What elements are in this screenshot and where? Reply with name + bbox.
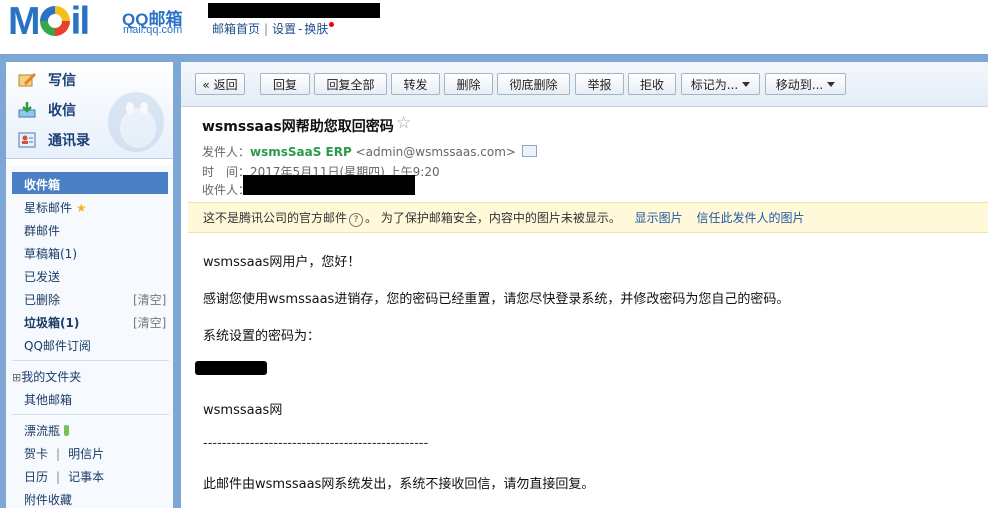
calendar-link[interactable]: 日历 — [24, 470, 48, 484]
folder-starred[interactable]: 星标邮件 ★ — [24, 199, 87, 216]
folder-deleted[interactable]: 已删除 — [24, 291, 60, 308]
settings-link[interactable]: 设置 — [272, 22, 296, 36]
delete-button[interactable]: 删除 — [444, 73, 493, 95]
my-folders-label: 我的文件夹 — [21, 370, 82, 384]
home-link[interactable]: 邮箱首页 — [212, 22, 260, 36]
receive-icon — [18, 102, 36, 118]
qq-mail-logo[interactable]: Mil — [8, 0, 90, 44]
redacted-password — [195, 361, 267, 375]
attachment-collection-link[interactable]: 附件收藏 — [24, 491, 72, 508]
bottle-icon — [63, 425, 69, 436]
folder-other-mailbox[interactable]: 其他邮箱 — [24, 391, 72, 408]
brand-domain: mail.qq.com — [123, 24, 183, 36]
move-to-label: 移动到... — [775, 78, 824, 92]
back-button[interactable]: « 返回 — [195, 73, 245, 95]
divider — [12, 360, 169, 361]
contacts-icon — [18, 132, 36, 148]
frame-divider[interactable] — [173, 54, 181, 508]
from-row: 发件人：wsmsSaaS ERP <admin@wsmssaas.com> — [202, 143, 537, 160]
reply-all-button[interactable]: 回复全部 — [314, 73, 387, 95]
star-outline-icon[interactable]: ☆ — [396, 113, 411, 133]
frame-top-bar — [0, 54, 988, 62]
folder-starred-label: 星标邮件 — [24, 201, 73, 215]
qq-penguin-icon — [108, 92, 164, 152]
folder-sent[interactable]: 已发送 — [24, 268, 60, 285]
from-label: 发件人： — [202, 145, 251, 159]
drift-bottle-link[interactable]: 漂流瓶 — [24, 422, 69, 439]
contacts-button[interactable]: 通讯录 — [18, 130, 90, 150]
folder-drafts[interactable]: 草稿箱(1) — [24, 245, 77, 262]
new-dot-icon — [329, 22, 335, 27]
compose-label: 写信 — [48, 73, 76, 89]
reject-button[interactable]: 拒收 — [628, 73, 676, 95]
receive-button[interactable]: 收信 — [18, 100, 76, 120]
body-greeting: wsmssaas网用户，您好！ — [203, 255, 361, 270]
help-icon[interactable]: ? — [349, 213, 364, 227]
postcard-link[interactable]: 明信片 — [68, 447, 104, 461]
cards-row: 贺卡 | 明信片 — [24, 445, 104, 462]
greeting-card-link[interactable]: 贺卡 — [24, 447, 48, 461]
body-divider: ----------------------------------------… — [203, 436, 429, 451]
mail-subject: wsmssaas网帮助您取回密码 — [202, 119, 394, 135]
mark-as-dropdown[interactable]: 标记为... — [681, 73, 760, 95]
show-images-link[interactable]: 显示图片 — [635, 211, 683, 225]
divider — [12, 414, 169, 415]
vcard-icon[interactable] — [521, 145, 537, 157]
skin-link[interactable]: 换肤 — [304, 22, 328, 36]
receive-label: 收信 — [48, 103, 76, 119]
redacted-recipient — [243, 175, 415, 195]
empty-spam-link[interactable]: [清空] — [133, 314, 166, 331]
header-links: 邮箱首页 | 设置 - 换肤 — [212, 20, 335, 37]
star-icon: ★ — [75, 201, 87, 215]
tools-row: 日历 | 记事本 — [24, 468, 104, 485]
delete-permanent-button[interactable]: 彻底删除 — [497, 73, 570, 95]
body-paragraph: 感谢您使用wsmssaas进销存，您的密码已经重置，请您尽快登录系统，并修改密码… — [203, 292, 790, 307]
separator: | — [56, 470, 61, 484]
trust-sender-link[interactable]: 信任此发件人的图片 — [697, 211, 805, 225]
separator: | — [56, 447, 61, 461]
body-signature: wsmssaas网 — [203, 403, 283, 418]
body-password-intro: 系统设置的密码为： — [203, 329, 321, 344]
contacts-label: 通讯录 — [48, 133, 90, 149]
logo-o-icon — [39, 6, 70, 36]
chevron-down-icon — [742, 82, 751, 87]
folder-spam[interactable]: 垃圾箱(1) — [24, 314, 79, 331]
compose-icon — [18, 72, 36, 88]
chevron-down-icon — [827, 82, 836, 87]
folder-group[interactable]: 群邮件 — [24, 222, 60, 239]
folder-subscription[interactable]: QQ邮件订阅 — [24, 337, 91, 354]
drift-bottle-label: 漂流瓶 — [24, 424, 61, 438]
mark-as-label: 标记为... — [690, 78, 739, 92]
forward-button[interactable]: 转发 — [391, 73, 440, 95]
body-footer: 此邮件由wsmssaas网系统发出，系统不接收回信，请勿直接回复。 — [203, 477, 595, 492]
security-notice: 这不是腾讯公司的官方邮件?。 为了保护邮箱安全，内容中的图片未被显示。 显示图片… — [203, 209, 805, 227]
compose-button[interactable]: 写信 — [18, 70, 76, 90]
notice-text-rest: 。 为了保护邮箱安全，内容中的图片未被显示。 — [365, 211, 621, 225]
separator: | — [264, 22, 269, 36]
folder-inbox[interactable]: 收件箱 — [24, 176, 60, 193]
notice-text: 这不是腾讯公司的官方邮件 — [203, 211, 348, 225]
report-button[interactable]: 举报 — [575, 73, 624, 95]
empty-deleted-link[interactable]: [清空] — [133, 291, 166, 308]
reply-button[interactable]: 回复 — [260, 73, 310, 95]
move-to-dropdown[interactable]: 移动到... — [765, 73, 846, 95]
sender-email: <admin@wsmssaas.com> — [355, 145, 516, 159]
expand-icon: ⊞ — [12, 371, 22, 384]
notes-link[interactable]: 记事本 — [68, 470, 104, 484]
redacted-account — [208, 3, 380, 18]
my-folders-toggle[interactable]: ⊞我的文件夹 — [12, 368, 81, 385]
sender-name[interactable]: wsmsSaaS ERP — [250, 145, 352, 159]
